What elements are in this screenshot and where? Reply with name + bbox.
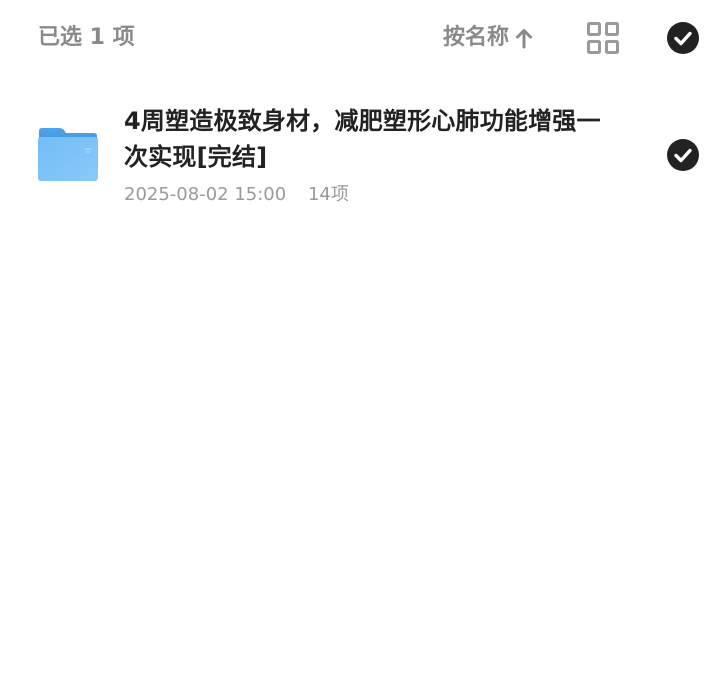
file-item-count: 14项: [307, 184, 349, 205]
selected-count-label: 已选 1 项: [38, 25, 135, 50]
select-all-check-icon[interactable]: [667, 22, 699, 54]
sort-by-name-button[interactable]: 按名称: [443, 22, 533, 54]
file-date: 2025-08-02 15:00: [124, 184, 287, 205]
selection-toolbar: 已选 1 项 按名称: [0, 0, 714, 78]
file-meta: 2025-08-02 15:00 14项: [124, 182, 349, 208]
file-selected-check-icon[interactable]: [667, 139, 699, 171]
folder-icon: [38, 128, 98, 181]
grid-view-icon[interactable]: [586, 21, 620, 55]
sort-label: 按名称: [443, 25, 510, 50]
file-name: 4周塑造极致身材，减肥塑形心肺功能增强一次实现[完结]: [124, 107, 601, 171]
arrow-up-icon: [516, 29, 533, 49]
file-selection-page: 已选 1 项 按名称 4周塑造极致身材，减肥塑形心肺功能增强一次实现[完结] 2…: [0, 0, 714, 691]
